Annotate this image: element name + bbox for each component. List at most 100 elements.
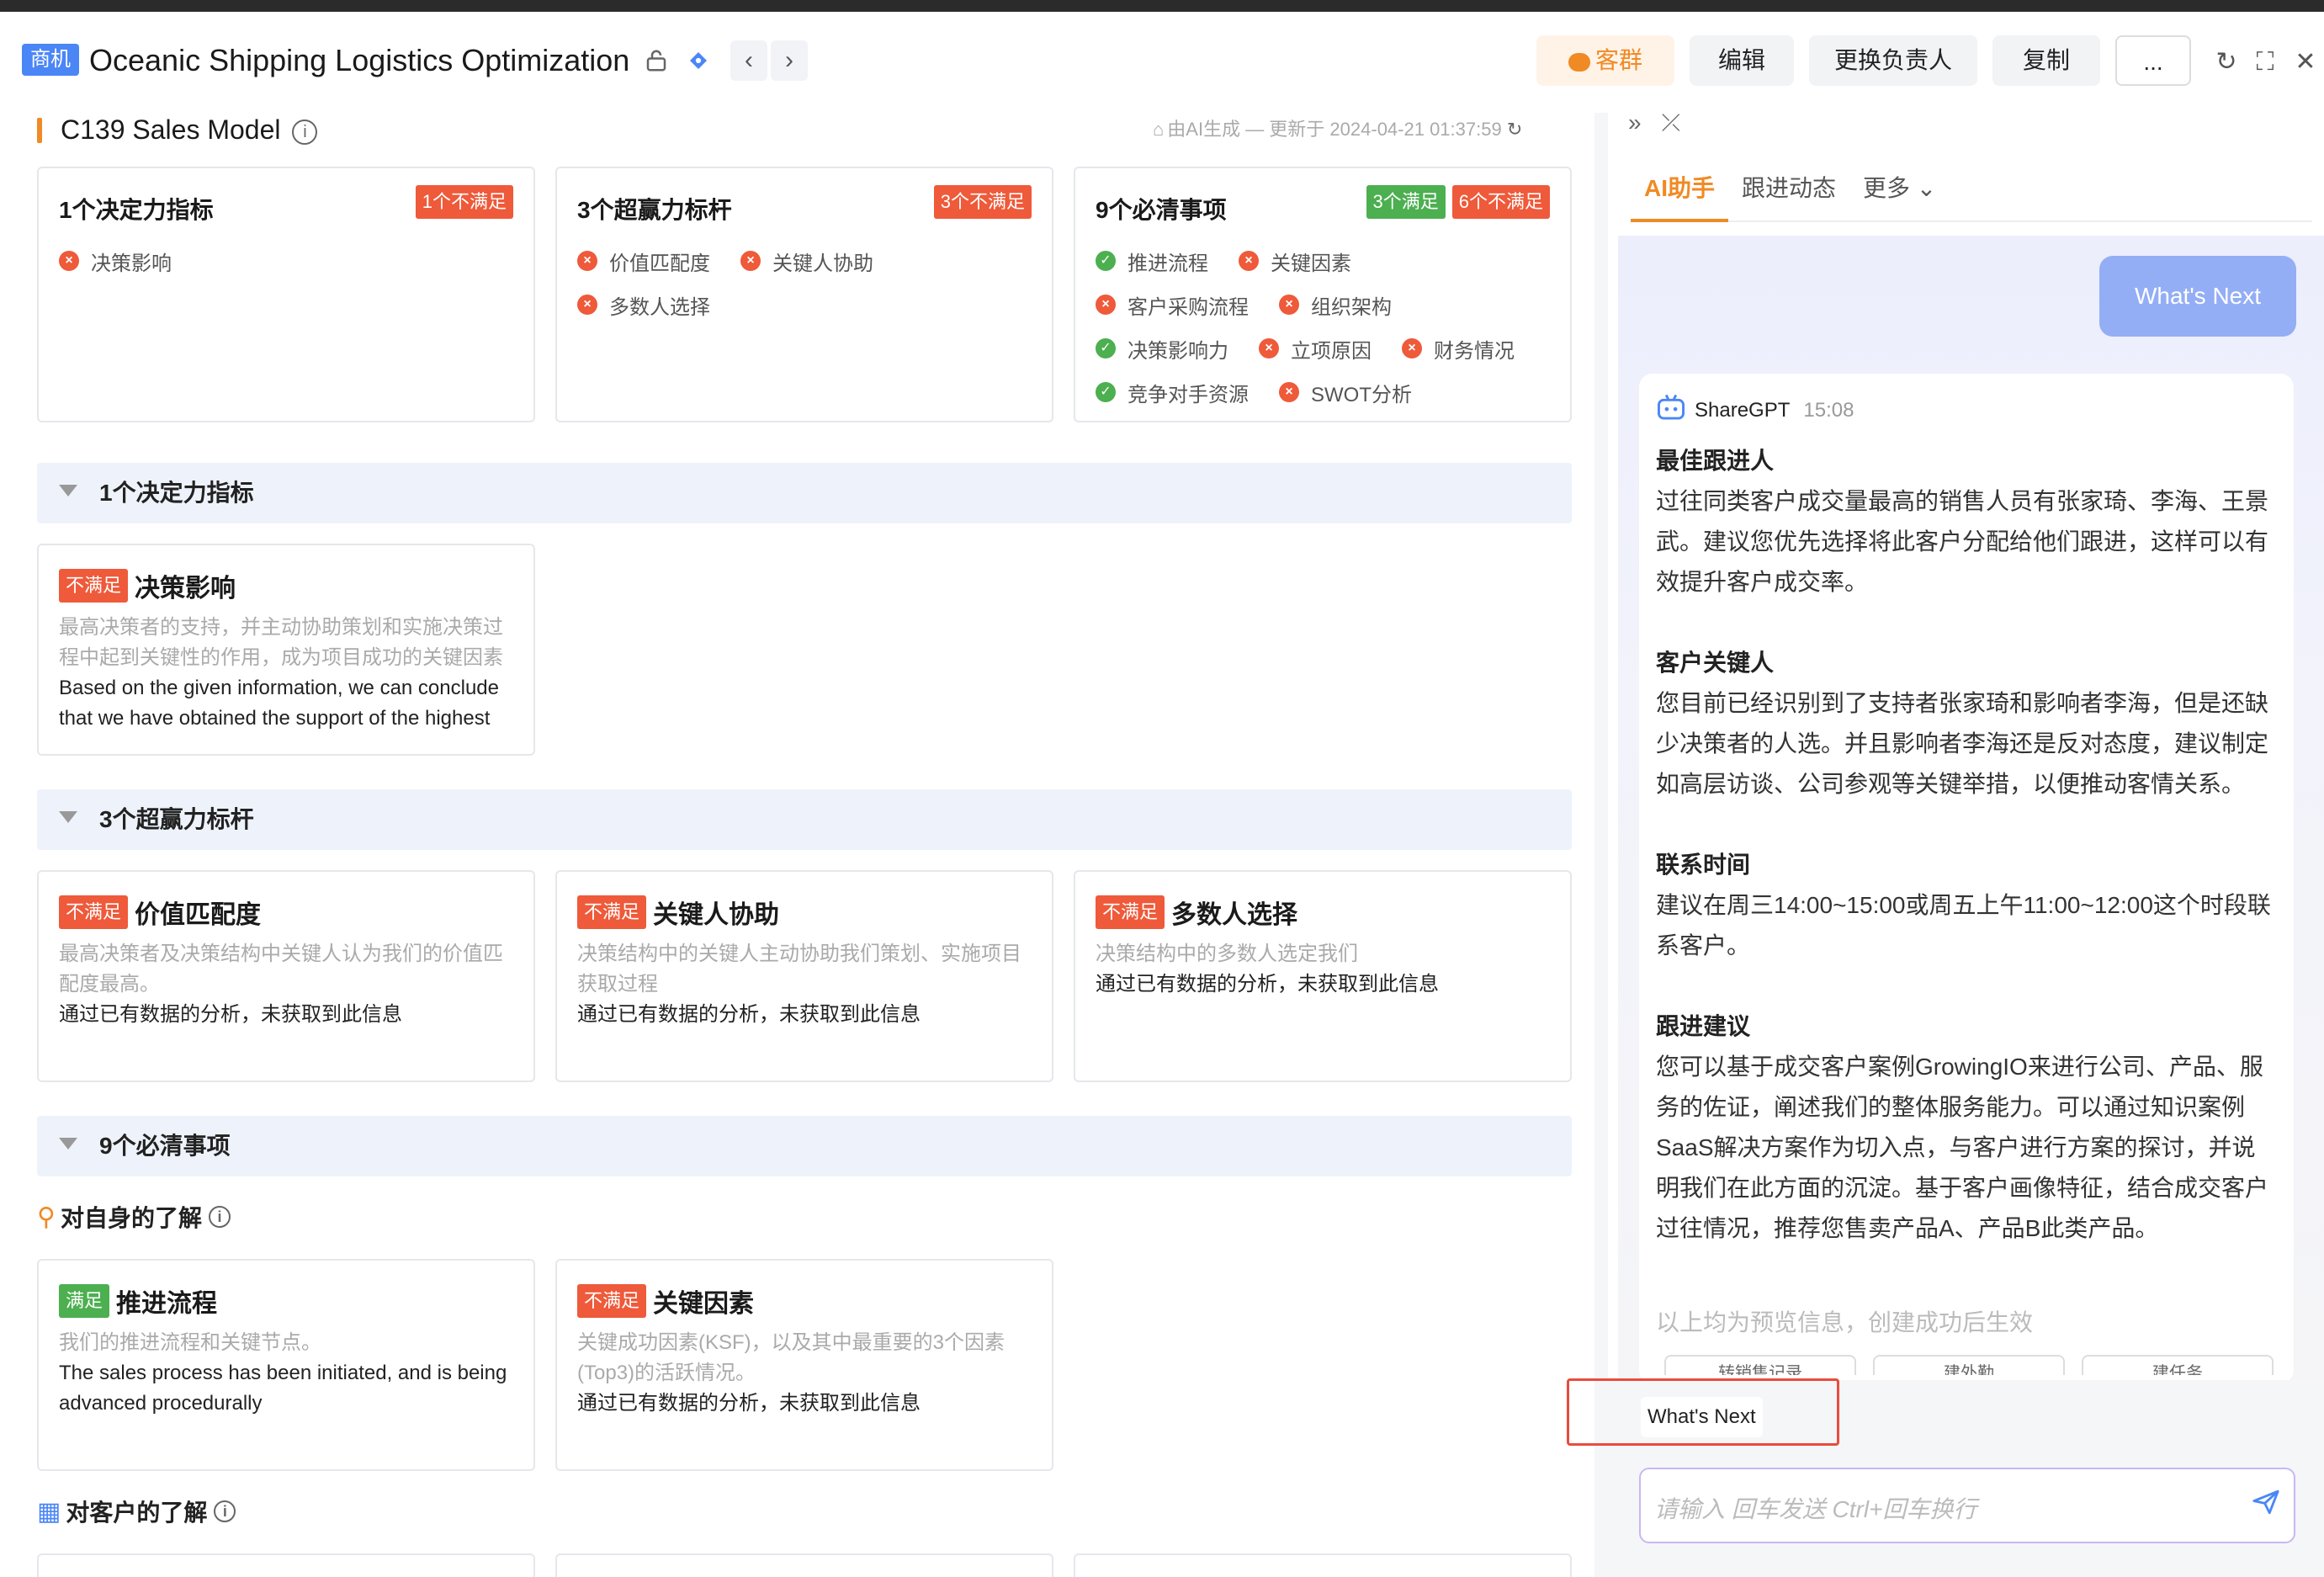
tab-follow-up[interactable]: 跟进动态 <box>1742 172 1836 205</box>
generated-note: ⌂ 由AI生成 — 更新于 2024-04-21 01:37:59 ↻ <box>1153 116 1522 143</box>
send-icon[interactable] <box>2252 1488 2280 1523</box>
subsection-self: ⚲ 对自身的了解 i <box>37 1200 231 1234</box>
chevron-left-icon[interactable]: ‹ <box>730 40 767 81</box>
block-text: 您可以基于成交客户案例GrowingIO来进行公司、产品、服务的佐证，阐述我们的… <box>1656 1054 2269 1241</box>
subsection-customer: ▦ 对客户的了解 i <box>37 1495 236 1528</box>
status-badge: 6个不满足 <box>1451 185 1550 219</box>
summary-item[interactable]: × 多数人选择 <box>577 290 710 320</box>
section-header-decision[interactable]: 1个决定力指标 <box>37 463 1572 523</box>
highlight-box <box>1567 1378 1839 1446</box>
detail-card-peek[interactable] <box>555 1553 1053 1577</box>
more-button[interactable]: ... <box>2115 35 2191 86</box>
summary-item[interactable]: × 组织架构 <box>1279 290 1392 320</box>
section-header-benchmark[interactable]: 3个超赢力标杆 <box>37 789 1572 850</box>
summary-item-list: ✓ 推进流程 × 关键因素 × 客户采购流程 × 组织架构 ✓ 决策影响力 × 立项原因 × 财务情况 ✓ 竞… <box>1096 239 1553 414</box>
window-top-bar <box>0 0 2324 12</box>
panel-tabs: AI助手 跟进动态 更多 ⌄ <box>1631 155 2312 222</box>
status-badge: 不满足 <box>59 895 129 929</box>
summary-item-label: 关键人协助 <box>772 252 873 275</box>
detail-card-value[interactable]: 不满足 价值匹配度 最高决策者及决策结构中关键人认为我们的价值匹配度最高。 通过已… <box>37 870 535 1082</box>
card-description: 决策结构中的关键人主动协助我们策划、实施项目获取过程 <box>577 942 1021 996</box>
group-button[interactable]: 客群 <box>1536 35 1674 86</box>
chevron-down-icon: ⌄ <box>1916 175 1937 201</box>
info-icon[interactable]: i <box>209 1206 231 1228</box>
summary-item-label: 价值匹配度 <box>609 252 710 275</box>
refresh-icon[interactable]: ↻ <box>2210 45 2243 79</box>
summary-card-decision[interactable]: 1个决定力指标 1个不满足 × 决策影响 <box>37 167 535 422</box>
summary-item[interactable]: × 客户采购流程 <box>1096 290 1249 320</box>
card-name: 决策影响 <box>135 575 236 603</box>
summary-item-list: × 决策影响 <box>59 239 517 283</box>
block-text: 建议在周三14:00~15:00或周五上午11:00~12:00这个时段联系客户… <box>1656 892 2271 958</box>
summary-item[interactable]: × 关键因素 <box>1239 247 1351 276</box>
summary-item[interactable]: ✓ 决策影响力 <box>1096 334 1228 364</box>
detail-card-process[interactable]: 满足 推进流程 我们的推进流程和关键节点。 The sales process h… <box>37 1259 535 1471</box>
summary-item-label: 推进流程 <box>1128 252 1208 275</box>
chip-field-visit[interactable]: 建外勤 <box>1873 1355 2065 1375</box>
detail-card-decision[interactable]: 不满足 决策影响 最高决策者的支持，并主动协助策划和实施决策过程中起到关键性的作用… <box>37 544 535 756</box>
chat-bubble-icon <box>1568 52 1590 72</box>
cross-icon: × <box>1096 295 1116 315</box>
close-icon[interactable]: ✕ <box>2289 45 2322 79</box>
subsection-label: 对自身的了解 <box>60 1205 202 1231</box>
cross-icon: × <box>1259 338 1279 358</box>
summary-item[interactable]: × 决策影响 <box>59 247 172 276</box>
title-accent-bar <box>37 118 42 143</box>
detail-card-peek[interactable] <box>37 1553 535 1577</box>
chevron-right-icon[interactable]: › <box>771 40 808 81</box>
summary-item[interactable]: ✓ 推进流程 <box>1096 247 1208 276</box>
section-label: 3个超赢力标杆 <box>99 806 254 832</box>
info-icon[interactable]: i <box>292 119 318 145</box>
summary-item[interactable]: × 立项原因 <box>1259 334 1372 364</box>
pin-off-icon[interactable]: ⤫ <box>1662 109 1680 135</box>
edit-button[interactable]: 编辑 <box>1690 35 1794 86</box>
card-result: 通过已有数据的分析，未获取到此信息 <box>577 1392 921 1415</box>
card-result: 通过已有数据的分析，未获取到此信息 <box>1096 973 1439 996</box>
tab-more[interactable]: 更多 ⌄ <box>1863 172 1936 205</box>
detail-card-factor[interactable]: 不满足 关键因素 关键成功因素(KSF)，以及其中最重要的3个因素(Top3)的活… <box>555 1259 1053 1471</box>
summary-item[interactable]: × 关键人协助 <box>740 247 873 276</box>
person-icon: ⚲ <box>37 1203 56 1231</box>
tab-ai-assistant[interactable]: AI助手 <box>1644 172 1715 205</box>
panel-toolbar: » ⤫ <box>1628 109 1680 137</box>
summary-item[interactable]: × 价值匹配度 <box>577 247 710 276</box>
summary-card-benchmark[interactable]: 3个超赢力标杆 3个不满足 × 价值匹配度 × 关键人协助 × 多数人选择 <box>555 167 1053 422</box>
cross-icon: × <box>1402 338 1422 358</box>
section-header-checklist[interactable]: 9个必清事项 <box>37 1116 1572 1176</box>
chip-task[interactable]: 建任务 <box>2082 1355 2274 1375</box>
summary-item-label: 关键因素 <box>1271 252 1351 275</box>
summary-item[interactable]: ✓ 竞争对手资源 <box>1096 378 1249 407</box>
block-heading: 跟进建议 <box>1656 1013 1751 1039</box>
refresh-icon[interactable]: ↻ <box>1507 119 1522 140</box>
check-icon: ✓ <box>1096 338 1116 358</box>
detail-card-keyhelp[interactable]: 不满足 关键人协助 决策结构中的关键人主动协助我们策划、实施项目获取过程 通过已有… <box>555 870 1053 1082</box>
detail-card-peek[interactable] <box>1074 1553 1572 1577</box>
copy-button[interactable]: 复制 <box>1992 35 2100 86</box>
block-heading: 最佳跟进人 <box>1656 448 1775 474</box>
chip-sales-record[interactable]: 转销售记录 <box>1664 1355 1856 1375</box>
info-icon[interactable]: i <box>214 1500 236 1522</box>
fullscreen-icon[interactable]: ⛶ <box>2248 45 2282 79</box>
collapse-icon[interactable]: » <box>1628 109 1642 135</box>
chat-input[interactable]: 请输入 回车发送 Ctrl+回车换行 <box>1639 1468 2295 1543</box>
model-title: C139 Sales Model i <box>61 113 318 146</box>
summary-card-checklist[interactable]: 9个必清事项 3个满足 6个不满足 ✓ 推进流程 × 关键因素 × 客户采购流程 × 组织架构 ✓ 决策… <box>1074 167 1572 422</box>
summary-card-title: 3个超赢力标杆 <box>577 197 732 223</box>
check-icon: ✓ <box>1096 251 1116 271</box>
detail-card-majority[interactable]: 不满足 多数人选择 决策结构中的多数人选定我们 通过已有数据的分析，未获取到此信息 <box>1074 870 1572 1082</box>
summary-item[interactable]: × 财务情况 <box>1402 334 1515 364</box>
change-owner-button[interactable]: 更换负责人 <box>1809 35 1977 86</box>
bookmark-icon[interactable] <box>682 44 715 77</box>
panel-divider[interactable] <box>1594 113 1608 1577</box>
cross-icon: × <box>1239 251 1259 271</box>
lock-icon[interactable] <box>639 44 673 77</box>
summary-item[interactable]: × SWOT分析 <box>1279 378 1412 407</box>
card-result: 通过已有数据的分析，未获取到此信息 <box>59 1003 402 1026</box>
status-badge: 不满足 <box>1096 895 1165 929</box>
summary-item-label: 组织架构 <box>1311 295 1392 319</box>
cross-icon: × <box>577 251 597 271</box>
summary-card-title: 1个决定力指标 <box>59 197 214 223</box>
summary-row: × 客户采购流程 × 组织架构 <box>1096 283 1553 327</box>
type-tag: 商机 <box>22 44 79 76</box>
summary-item-list: × 价值匹配度 × 关键人协助 × 多数人选择 <box>577 239 1035 327</box>
